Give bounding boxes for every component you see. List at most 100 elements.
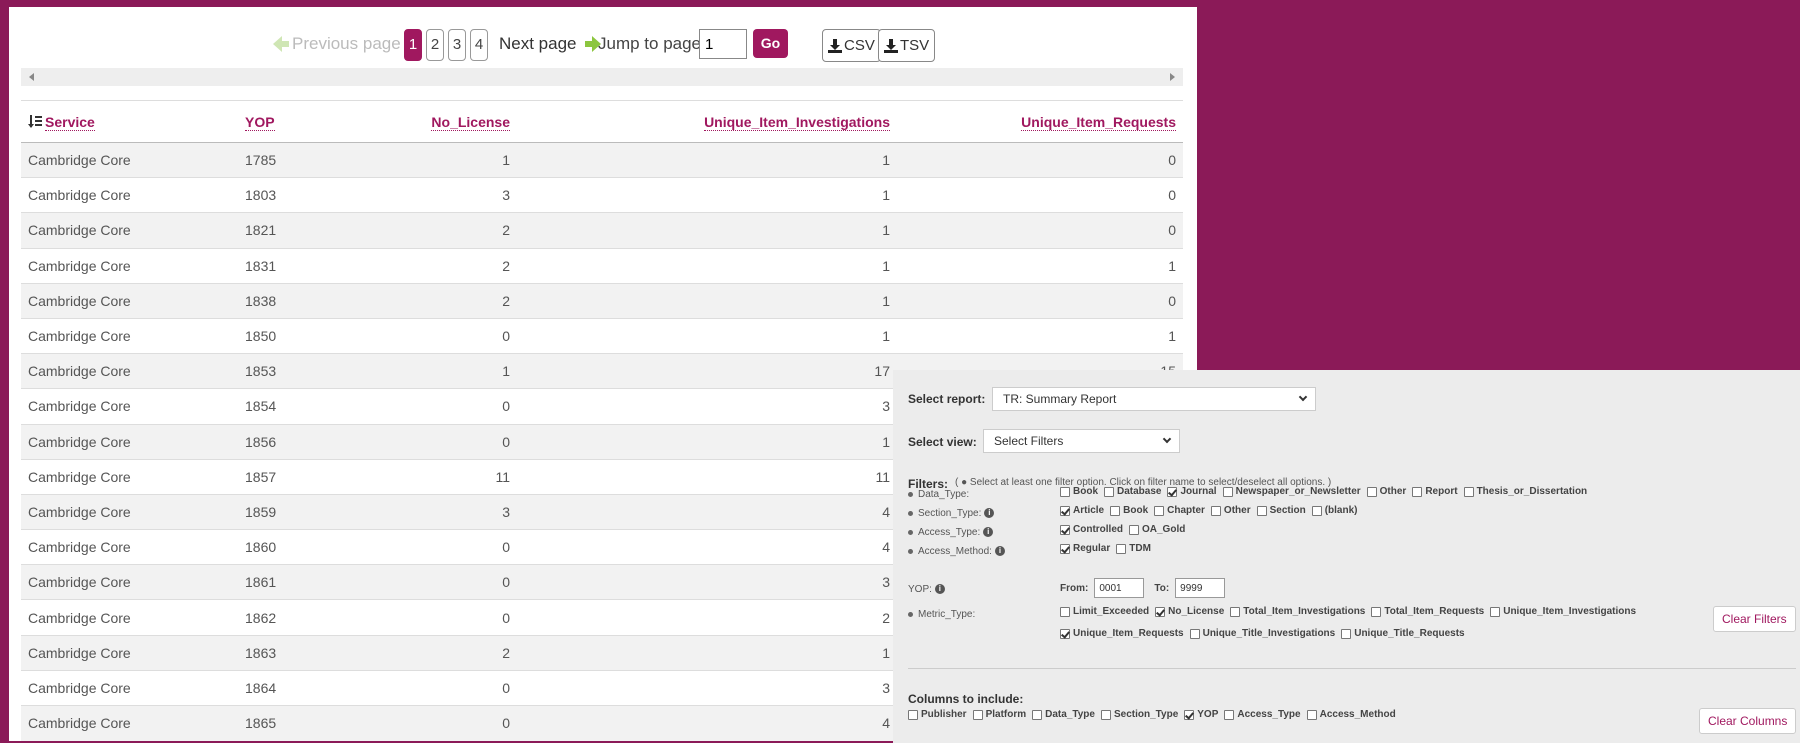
page-1-button[interactable]: 1 (404, 29, 422, 61)
checkbox[interactable] (908, 709, 918, 720)
option-database[interactable]: Database (1104, 486, 1161, 497)
option-thesis-or-dissertation[interactable]: Thesis_or_Dissertation (1463, 486, 1587, 497)
yop-to-input[interactable] (1175, 578, 1226, 598)
info-icon[interactable]: i (934, 584, 945, 594)
checkbox[interactable] (1366, 486, 1377, 497)
checkbox[interactable] (1341, 628, 1352, 639)
next-page-button[interactable]: Next page (499, 34, 601, 54)
option-unique-title-requests[interactable]: Unique_Title_Requests (1341, 628, 1465, 639)
filter-name[interactable]: Access_Type: i (908, 527, 1058, 538)
option-unique-item-investigations[interactable]: Unique_Item_Investigations (1490, 606, 1636, 617)
checkbox[interactable] (1306, 709, 1317, 720)
checkbox[interactable] (1060, 486, 1070, 497)
option-limit-exceeded[interactable]: Limit_Exceeded (1060, 606, 1149, 617)
info-icon[interactable]: i (994, 546, 1005, 556)
page-4-button[interactable]: 4 (470, 29, 488, 61)
checkbox[interactable] (1116, 543, 1127, 554)
previous-page-button[interactable]: Previous page (273, 34, 401, 54)
checkbox[interactable] (1189, 628, 1200, 639)
checkbox-checked[interactable] (1060, 543, 1070, 554)
checkbox[interactable] (1224, 709, 1235, 720)
column-header-unique-item-investigations[interactable]: Unique_Item_Investigations (517, 100, 897, 143)
checkbox-checked[interactable] (1060, 505, 1070, 516)
option-total-item-requests[interactable]: Total_Item_Requests (1371, 606, 1484, 617)
checkbox[interactable] (1463, 486, 1474, 497)
info-icon[interactable]: i (984, 508, 995, 518)
option-newspaper-or-newsletter[interactable]: Newspaper_or_Newsletter (1222, 486, 1361, 497)
checkbox[interactable] (1104, 486, 1114, 497)
option-controlled[interactable]: Controlled (1060, 524, 1123, 535)
option-article[interactable]: Article (1060, 505, 1104, 516)
checkbox[interactable] (1311, 505, 1322, 516)
option-unique-item-requests[interactable]: Unique_Item_Requests (1060, 628, 1184, 639)
table-cell: 1850 (238, 317, 305, 354)
checkbox[interactable] (1210, 505, 1221, 516)
option-book[interactable]: Book (1060, 486, 1098, 497)
checkbox[interactable] (972, 709, 983, 720)
option-oa-gold[interactable]: OA_Gold (1129, 524, 1185, 535)
go-button[interactable]: Go (753, 29, 788, 58)
jump-to-page-input[interactable] (699, 29, 747, 59)
checkbox-checked[interactable] (1060, 524, 1070, 535)
clear-filters-button[interactable]: Clear Filters (1713, 606, 1796, 632)
option-other[interactable]: Other (1210, 505, 1251, 516)
option-access-type[interactable]: Access_Type (1224, 709, 1301, 720)
checkbox-checked[interactable] (1184, 709, 1195, 720)
checkbox-checked[interactable] (1155, 606, 1166, 617)
option-book[interactable]: Book (1110, 505, 1148, 516)
csv-download-button[interactable]: CSV (822, 29, 881, 62)
yop-from-input[interactable] (1094, 578, 1145, 598)
checkbox[interactable] (1154, 505, 1165, 516)
column-header-yop[interactable]: YOP (238, 100, 305, 143)
clear-columns-button[interactable]: Clear Columns (1699, 708, 1797, 734)
option-unique-title-investigations[interactable]: Unique_Title_Investigations (1189, 628, 1335, 639)
column-header-unique-item-requests[interactable]: Unique_Item_Requests (897, 100, 1183, 143)
select-view-dropdown[interactable]: Select Filters (983, 429, 1180, 453)
checkbox[interactable] (1100, 709, 1111, 720)
option-yop[interactable]: YOP (1184, 709, 1218, 720)
option-section[interactable]: Section (1256, 505, 1306, 516)
checkbox[interactable] (1490, 606, 1501, 617)
option-section-type[interactable]: Section_Type (1100, 709, 1178, 720)
filter-name-metric-type[interactable]: Metric_Type: (908, 609, 1058, 620)
option-total-item-investigations[interactable]: Total_Item_Investigations (1230, 606, 1365, 617)
checkbox[interactable] (1412, 486, 1423, 497)
option-other[interactable]: Other (1366, 486, 1406, 497)
info-icon[interactable]: i (983, 527, 994, 537)
scroll-right-icon[interactable] (1170, 73, 1175, 81)
column-header-service[interactable]: Service (21, 100, 238, 143)
select-report-dropdown[interactable]: TR: Summary Report (992, 387, 1316, 411)
option-blank[interactable]: (blank) (1311, 505, 1358, 516)
option-tdm[interactable]: TDM (1116, 543, 1151, 554)
option-access-method[interactable]: Access_Method (1306, 709, 1396, 720)
option-publisher[interactable]: Publisher (908, 709, 967, 720)
checkbox[interactable] (1032, 709, 1043, 720)
checkbox[interactable] (1060, 606, 1070, 617)
filter-name[interactable]: Data_Type: (908, 489, 1058, 500)
checkbox-checked[interactable] (1060, 628, 1070, 639)
sort-icon[interactable] (28, 114, 42, 129)
checkbox[interactable] (1222, 486, 1233, 497)
column-header-no-license[interactable]: No_License (305, 100, 517, 143)
option-regular[interactable]: Regular (1060, 543, 1110, 554)
filter-name[interactable]: Access_Method: i (908, 546, 1058, 557)
horizontal-scrollbar[interactable] (21, 68, 1183, 86)
option-report[interactable]: Report (1412, 486, 1458, 497)
option-journal[interactable]: Journal (1167, 486, 1217, 497)
filter-name[interactable]: Section_Type: i (908, 508, 1058, 519)
checkbox[interactable] (1129, 524, 1139, 535)
checkbox-checked[interactable] (1167, 486, 1178, 497)
option-platform[interactable]: Platform (972, 709, 1026, 720)
page-2-button[interactable]: 2 (426, 29, 444, 61)
option-no-license[interactable]: No_License (1155, 606, 1224, 617)
page-3-button[interactable]: 3 (448, 29, 466, 61)
option-chapter[interactable]: Chapter (1154, 505, 1205, 516)
checkbox[interactable] (1110, 505, 1121, 516)
checkbox[interactable] (1371, 606, 1382, 617)
tsv-download-button[interactable]: TSV (878, 29, 936, 62)
filter-name-yop[interactable]: YOP: i (908, 584, 1058, 595)
scroll-left-icon[interactable] (29, 73, 34, 81)
checkbox[interactable] (1230, 606, 1241, 617)
option-data-type[interactable]: Data_Type (1032, 709, 1095, 720)
checkbox[interactable] (1256, 505, 1267, 516)
